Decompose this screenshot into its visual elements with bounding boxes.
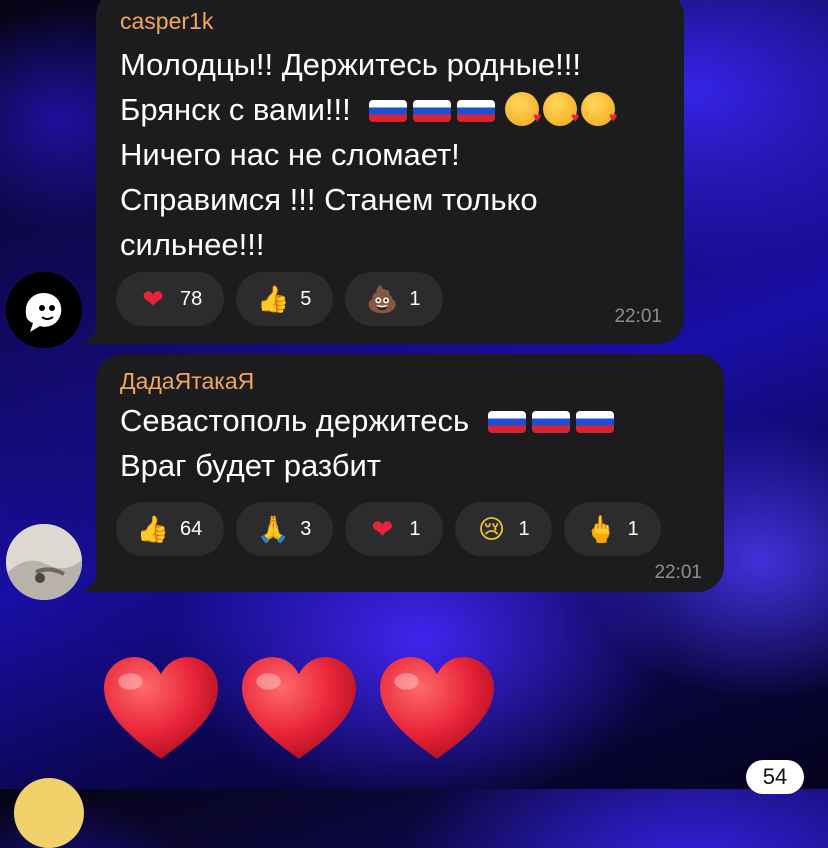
reaction-count: 5 xyxy=(300,287,312,310)
message-time: 22:01 xyxy=(614,306,662,327)
reaction-bar: 👍 64 🙏 3 ❤ 1 😢 1 🖕 1 xyxy=(116,502,661,556)
message-bubble[interactable]: ДадаЯтакаЯ Севастополь держитесь Враг бу… xyxy=(96,354,724,592)
reaction-count: 1 xyxy=(409,287,421,310)
message-line: Враг будет разбит xyxy=(120,448,382,483)
message-author[interactable]: casper1k xyxy=(120,8,213,35)
flag-russia-icon xyxy=(457,100,496,122)
message-line-text: Брянск с вами!!! xyxy=(120,92,351,127)
red-heart-icon xyxy=(104,657,218,759)
kissing-face-heart-icon: ♥ xyxy=(543,92,579,126)
message-line: Севастополь держитесь xyxy=(120,398,620,443)
thumbs-up-icon: 👍 xyxy=(257,284,290,314)
reaction-bar: ❤ 78 👍 5 💩 1 xyxy=(116,272,443,326)
pile-of-poo-icon: 💩 xyxy=(366,284,399,314)
reaction-count: 3 xyxy=(300,517,312,540)
message-line: Ничего нас не сломает! xyxy=(120,137,460,172)
message-text: Молодцы!! Держитесь родные!!! Брянск с в… xyxy=(120,42,617,267)
message-line: сильнее!!! xyxy=(120,227,265,262)
red-heart-icon xyxy=(380,657,494,759)
message-bubble[interactable]: casper1k Молодцы!! Держитесь родные!!! Б… xyxy=(96,0,684,344)
flag-russia-icon xyxy=(413,100,452,122)
photo-avatar-icon xyxy=(6,524,82,600)
reaction-chip[interactable]: 👍 5 xyxy=(236,272,334,326)
crying-face-icon: 😢 xyxy=(477,514,506,544)
big-emoji-message[interactable] xyxy=(100,650,498,768)
message-line: Брянск с вами!!! ♥ ♥ ♥ xyxy=(120,87,617,132)
reaction-count: 64 xyxy=(180,517,203,540)
message-text: Севастополь держитесь Враг будет разбит xyxy=(120,398,620,488)
reaction-chip[interactable]: ❤ 78 xyxy=(116,272,225,326)
avatar[interactable] xyxy=(6,524,82,600)
reaction-chip[interactable]: 💩 1 xyxy=(345,272,443,326)
reaction-count: 1 xyxy=(409,517,421,540)
flag-russia-icon xyxy=(531,411,570,433)
reaction-chip[interactable]: 👍 64 xyxy=(116,502,225,556)
kissing-face-heart-icon: ♥ xyxy=(581,92,617,126)
reaction-chip[interactable]: ❤ 1 xyxy=(345,502,443,556)
flag-russia-icon xyxy=(487,411,526,433)
avatar[interactable] xyxy=(6,272,82,348)
reaction-chip[interactable]: 🙏 3 xyxy=(236,502,334,556)
message-time: 22:01 xyxy=(654,562,702,583)
folded-hands-icon: 🙏 xyxy=(257,514,290,544)
message-author[interactable]: ДадаЯтакаЯ xyxy=(120,368,254,395)
reaction-count: 1 xyxy=(518,517,530,540)
reaction-chip[interactable]: 😢 1 xyxy=(454,502,552,556)
flag-russia-icon xyxy=(575,411,614,433)
reaction-chip[interactable]: 🖕 1 xyxy=(563,502,661,556)
middle-finger-icon: 🖕 xyxy=(584,514,617,544)
thumbs-up-icon: 👍 xyxy=(136,514,170,544)
message-line-text: Севастополь держитесь xyxy=(120,403,470,438)
reaction-count: 78 xyxy=(180,287,203,310)
red-heart-icon xyxy=(242,657,356,759)
message-line: Справимся !!! Станем только xyxy=(120,182,538,217)
ghost-avatar-icon xyxy=(6,272,82,348)
kissing-face-heart-icon: ♥ xyxy=(505,92,541,126)
reaction-count: 1 xyxy=(627,517,639,540)
red-heart-icon: ❤ xyxy=(371,514,394,544)
flag-russia-icon xyxy=(369,100,408,122)
message-line: Молодцы!! Держитесь родные!!! xyxy=(120,47,581,82)
red-heart-icon: ❤ xyxy=(142,284,164,314)
